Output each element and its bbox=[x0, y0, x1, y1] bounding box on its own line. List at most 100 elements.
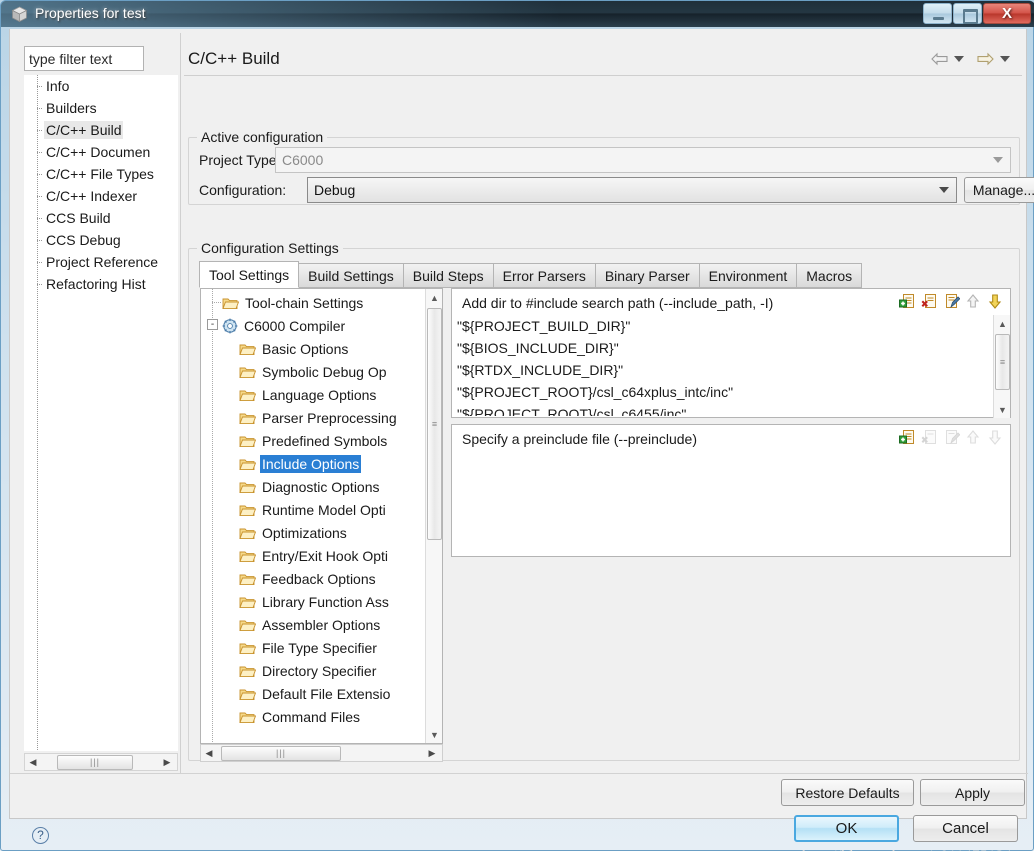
project-type-value: C6000 bbox=[282, 151, 324, 168]
ok-button[interactable]: OK bbox=[794, 815, 899, 842]
tool-tree-vertical-scrollbar[interactable]: ▲ ≡ ▼ bbox=[425, 289, 442, 743]
configuration-select[interactable]: Debug bbox=[307, 177, 957, 203]
sidebar-item-ccs-debug[interactable]: CCS Debug bbox=[24, 229, 178, 251]
scrollbar-thumb[interactable]: ≡ bbox=[995, 334, 1010, 390]
tool-tree-item-include-options[interactable]: Include Options bbox=[201, 452, 425, 475]
preinclude-panel: Specify a preinclude file (--preinclude) bbox=[451, 424, 1011, 557]
list-item[interactable]: "${RTDX_INCLUDE_DIR}" bbox=[457, 359, 992, 381]
tool-tree-item-entry-exit-hook-options[interactable]: Entry/Exit Hook Opti bbox=[201, 544, 425, 567]
tool-tree-item-symbolic-debug-options[interactable]: Symbolic Debug Op bbox=[201, 360, 425, 383]
forward-arrow-icon[interactable] bbox=[974, 50, 996, 68]
folder-icon bbox=[239, 390, 256, 401]
back-arrow-icon[interactable] bbox=[928, 50, 950, 68]
list-item[interactable]: "${BIOS_INCLUDE_DIR}" bbox=[457, 337, 992, 359]
scrollbar-thumb[interactable]: ||| bbox=[221, 745, 341, 761]
sidebar-item-refactoring-history[interactable]: Refactoring Hist bbox=[24, 273, 178, 295]
tool-tree-item-assembler-options[interactable]: Assembler Options bbox=[201, 613, 425, 636]
tab-environment[interactable]: Environment bbox=[698, 263, 798, 288]
project-type-select[interactable]: C6000 bbox=[275, 147, 1011, 173]
sidebar-item-cpp-file-types[interactable]: C/C++ File Types bbox=[24, 163, 178, 185]
folder-icon bbox=[239, 712, 256, 723]
help-icon[interactable]: ? bbox=[32, 827, 49, 844]
tool-settings-tree[interactable]: Tool-chain Settings - C6000 Compiler Bas… bbox=[200, 288, 443, 744]
tab-build-settings[interactable]: Build Settings bbox=[298, 263, 404, 288]
folder-icon bbox=[239, 597, 256, 608]
scroll-right-icon[interactable]: ▶ bbox=[159, 754, 175, 770]
sidebar-item-cpp-documentation[interactable]: C/C++ Documen bbox=[24, 141, 178, 163]
apply-button[interactable]: Apply bbox=[920, 779, 1025, 806]
tool-tree-item-toolchain-settings[interactable]: Tool-chain Settings bbox=[201, 291, 425, 314]
close-button[interactable]: X bbox=[983, 3, 1031, 24]
add-icon[interactable] bbox=[899, 293, 916, 310]
preinclude-list[interactable] bbox=[453, 451, 1009, 555]
list-item[interactable]: "${PROJECT_BUILD_DIR}" bbox=[457, 315, 992, 337]
tab-macros[interactable]: Macros bbox=[796, 263, 863, 288]
filter-input[interactable]: type filter text bbox=[24, 46, 144, 71]
tab-binary-parser[interactable]: Binary Parser bbox=[594, 263, 700, 288]
folder-icon bbox=[239, 367, 256, 378]
tool-tree-horizontal-scrollbar[interactable]: ◀ ||| ▶ bbox=[200, 744, 443, 762]
tool-tree-item-command-files[interactable]: Command Files bbox=[201, 705, 425, 728]
scrollbar-thumb[interactable]: ||| bbox=[57, 754, 133, 770]
maximize-button[interactable] bbox=[953, 3, 982, 24]
tool-tree-item-basic-options[interactable]: Basic Options bbox=[201, 337, 425, 360]
folder-icon bbox=[239, 482, 256, 493]
sidebar-horizontal-scrollbar[interactable]: ◀ ||| ▶ bbox=[24, 753, 178, 771]
list-item[interactable]: "${PROJECT_ROOT}/csl_c64xplus_intc/inc" bbox=[457, 381, 992, 403]
tab-tool-settings[interactable]: Tool Settings bbox=[199, 261, 300, 288]
scroll-down-icon[interactable]: ▼ bbox=[426, 726, 442, 743]
sidebar-item-label: C/C++ Documen bbox=[46, 144, 151, 160]
tool-tree-item-default-file-extensions[interactable]: Default File Extensio bbox=[201, 682, 425, 705]
sidebar-item-info[interactable]: Info bbox=[24, 75, 178, 97]
tool-tree-item-language-options[interactable]: Language Options bbox=[201, 383, 425, 406]
delete-icon[interactable] bbox=[921, 293, 938, 310]
sidebar-item-builders[interactable]: Builders bbox=[24, 97, 178, 119]
delete-icon bbox=[921, 429, 938, 446]
scroll-right-icon[interactable]: ▶ bbox=[424, 745, 440, 761]
manage-configurations-button[interactable]: Manage... bbox=[964, 177, 1034, 203]
folder-icon bbox=[222, 298, 239, 309]
scroll-down-icon[interactable]: ▼ bbox=[994, 401, 1011, 418]
edit-icon[interactable] bbox=[943, 293, 961, 310]
tool-tree-item-predefined-symbols[interactable]: Predefined Symbols bbox=[201, 429, 425, 452]
include-path-vertical-scrollbar[interactable]: ▲ ≡ ▼ bbox=[993, 315, 1010, 418]
tool-tree-item-diagnostic-options[interactable]: Diagnostic Options bbox=[201, 475, 425, 498]
forward-history-chevron-down-icon[interactable] bbox=[1000, 56, 1010, 62]
move-down-icon[interactable] bbox=[987, 293, 1004, 310]
sidebar-item-cpp-indexer[interactable]: C/C++ Indexer bbox=[24, 185, 178, 207]
scroll-up-icon[interactable]: ▲ bbox=[994, 315, 1011, 332]
tool-tree-item-file-type-specifier[interactable]: File Type Specifier bbox=[201, 636, 425, 659]
scroll-left-icon[interactable]: ◀ bbox=[25, 754, 41, 770]
tool-tree-item-optimizations[interactable]: Optimizations bbox=[201, 521, 425, 544]
tool-tree-item-feedback-options[interactable]: Feedback Options bbox=[201, 567, 425, 590]
sidebar-item-label: C/C++ File Types bbox=[46, 166, 154, 182]
tool-tree-item-parser-preprocessing[interactable]: Parser Preprocessing bbox=[201, 406, 425, 429]
sidebar-item-project-references[interactable]: Project Reference bbox=[24, 251, 178, 273]
sidebar-item-cpp-build[interactable]: C/C++ Build bbox=[24, 119, 178, 141]
tab-error-parsers[interactable]: Error Parsers bbox=[492, 263, 596, 288]
tab-label: Build Settings bbox=[308, 267, 394, 284]
sidebar-item-label: Info bbox=[46, 78, 70, 94]
folder-icon bbox=[239, 689, 256, 700]
configuration-settings-group: Configuration Settings Tool Settings Bui… bbox=[188, 240, 1025, 806]
minimize-button[interactable] bbox=[923, 3, 952, 24]
scroll-up-icon[interactable]: ▲ bbox=[426, 289, 442, 306]
scrollbar-thumb[interactable]: ≡ bbox=[427, 308, 442, 540]
tool-tree-item-directory-specifier[interactable]: Directory Specifier bbox=[201, 659, 425, 682]
include-path-list[interactable]: "${PROJECT_BUILD_DIR}" "${BIOS_INCLUDE_D… bbox=[453, 315, 992, 416]
restore-defaults-button[interactable]: Restore Defaults bbox=[781, 779, 914, 806]
scroll-left-icon[interactable]: ◀ bbox=[201, 745, 217, 761]
back-history-chevron-down-icon[interactable] bbox=[954, 56, 964, 62]
tab-build-steps[interactable]: Build Steps bbox=[402, 263, 494, 288]
tree-collapse-toggle[interactable]: - bbox=[207, 319, 218, 330]
settings-tabbar: Tool Settings Build Settings Build Steps… bbox=[199, 261, 863, 288]
tool-tree-item-runtime-model-options[interactable]: Runtime Model Opti bbox=[201, 498, 425, 521]
list-item[interactable]: "${PROJECT_ROOT}/csl_c6455/inc" bbox=[457, 403, 992, 416]
tool-tree-item-c6000-compiler[interactable]: - C6000 Compiler bbox=[201, 314, 425, 337]
sidebar-item-ccs-build[interactable]: CCS Build bbox=[24, 207, 178, 229]
cancel-button[interactable]: Cancel bbox=[913, 815, 1018, 842]
tool-tree-item-library-function-assumptions[interactable]: Library Function Ass bbox=[201, 590, 425, 613]
add-icon[interactable] bbox=[899, 429, 916, 446]
settings-content-panel: C/C++ Build Active configuration Project… bbox=[184, 37, 1034, 806]
sidebar-item-label: C/C++ Indexer bbox=[46, 188, 138, 204]
